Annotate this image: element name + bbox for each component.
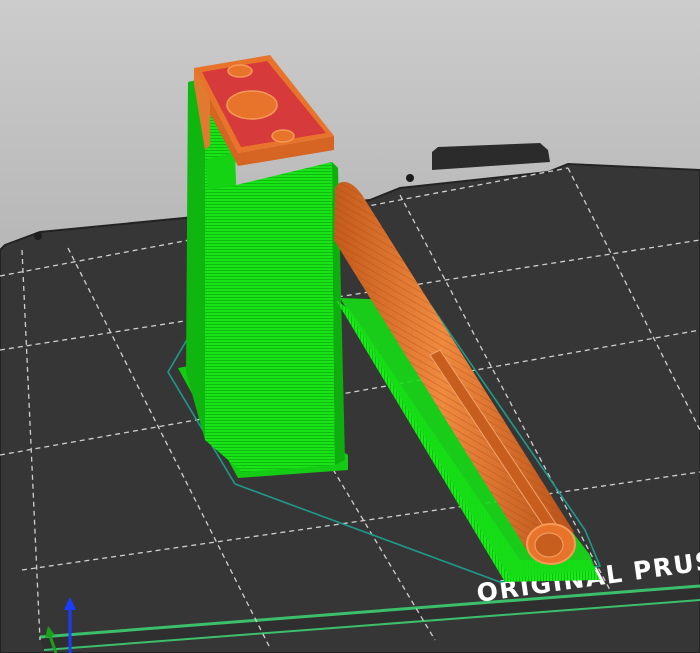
bed-screw: [34, 232, 42, 240]
3d-viewport[interactable]: ORIGINAL PRUSA: [0, 0, 700, 653]
hole-large: [226, 90, 278, 120]
hole-small-bottom: [271, 129, 295, 143]
bed-screw: [406, 174, 414, 182]
scene-canvas[interactable]: ORIGINAL PRUSA: [0, 0, 700, 653]
rod-end-inner: [534, 532, 564, 558]
hole-small-top: [227, 64, 253, 78]
